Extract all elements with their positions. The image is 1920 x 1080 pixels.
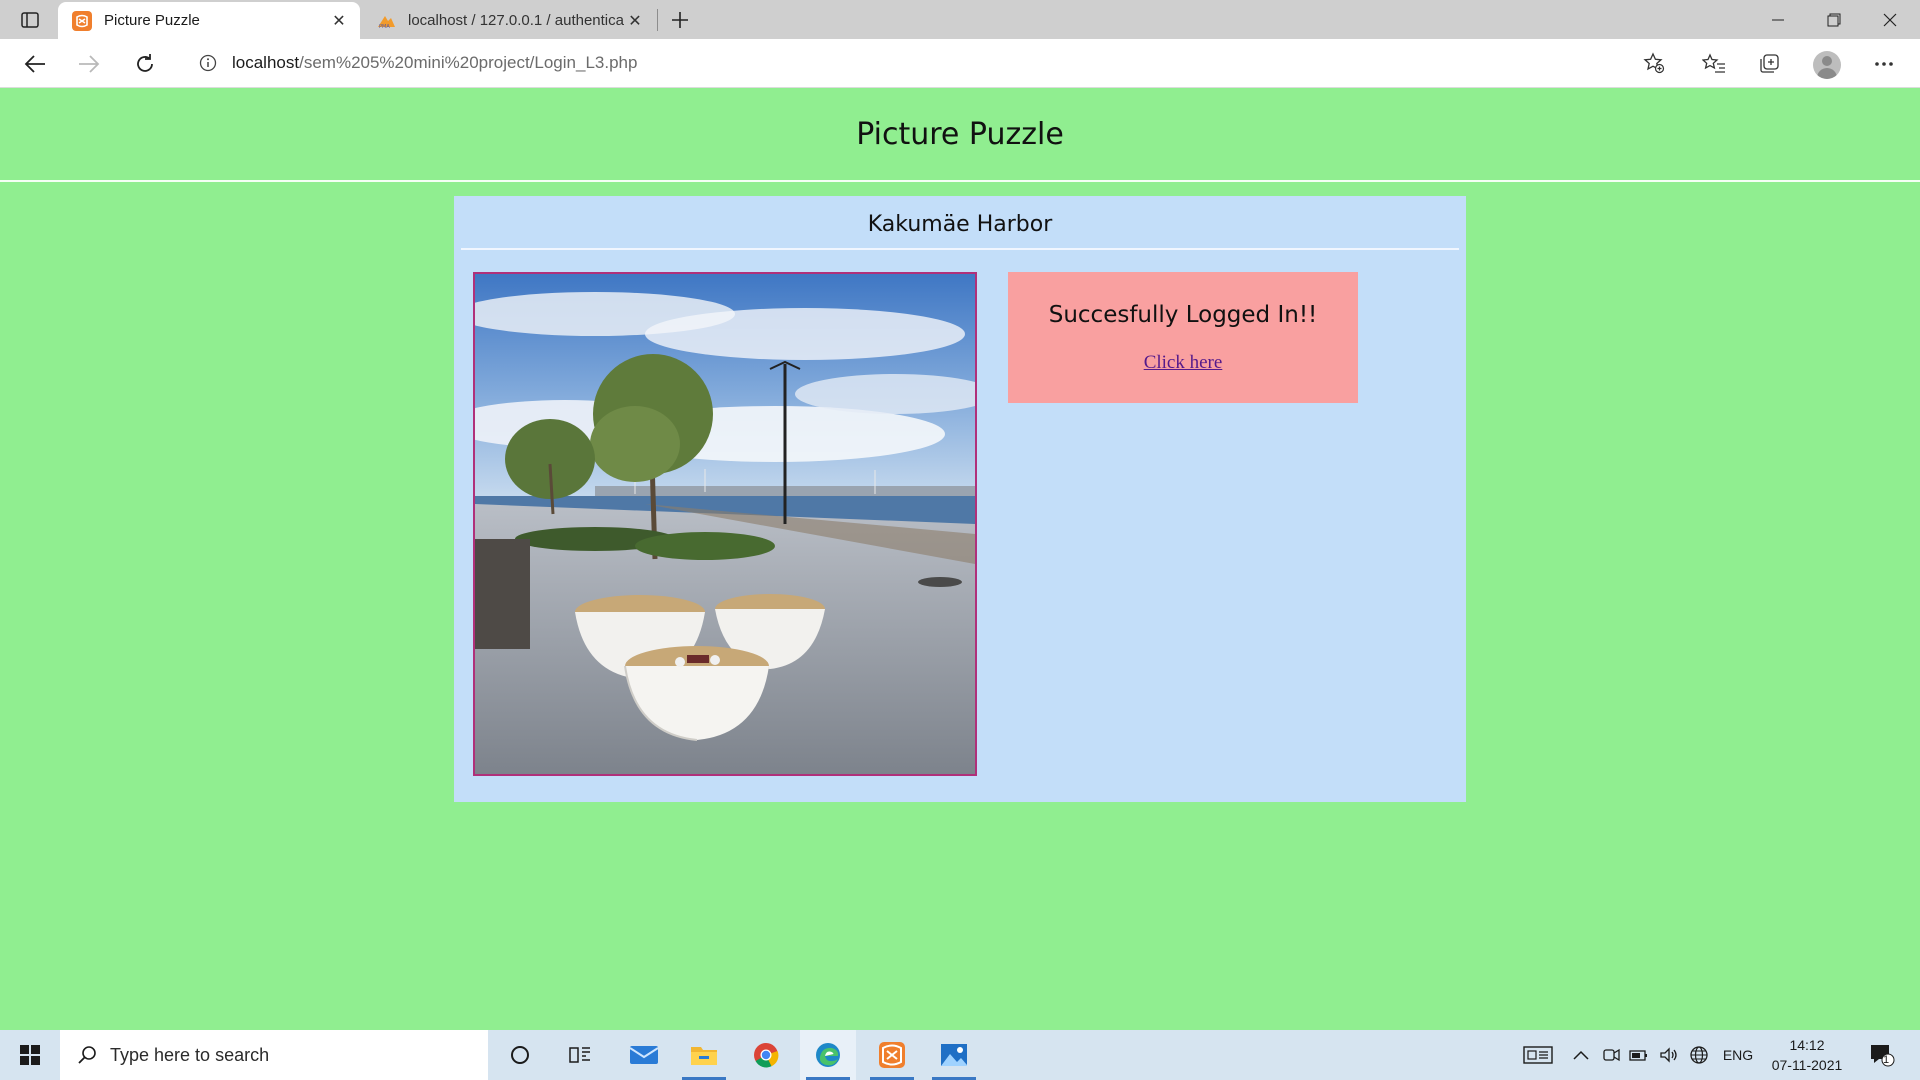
favorites-icon[interactable] [1697, 47, 1731, 81]
edge-icon[interactable] [800, 1030, 856, 1080]
mail-icon[interactable] [616, 1030, 672, 1080]
close-window-icon[interactable] [1862, 0, 1918, 39]
search-placeholder: Type here to search [110, 1044, 270, 1065]
clock-date: 07-11-2021 [1771, 1057, 1843, 1073]
close-tab-icon[interactable]: ✕ [624, 10, 646, 32]
photos-icon[interactable] [926, 1030, 982, 1080]
url-path: /sem%205%20mini%20project/Login_L3.php [299, 53, 638, 72]
forward-arrow-icon[interactable] [72, 47, 106, 81]
notification-count: 1 [1883, 1054, 1890, 1066]
card-divider [461, 248, 1459, 250]
collections-icon[interactable] [1752, 47, 1786, 81]
taskbar-search[interactable]: Type here to search [60, 1030, 488, 1080]
battery-icon[interactable] [1628, 1030, 1650, 1080]
new-tab-icon[interactable] [666, 6, 694, 34]
tab-picture-puzzle[interactable]: Picture Puzzle ✕ [58, 2, 360, 39]
minimize-icon[interactable] [1750, 0, 1806, 39]
meet-now-icon[interactable] [1600, 1030, 1622, 1080]
tab-phpmyadmin[interactable]: PMA localhost / 127.0.0.1 / authentica ✕ [362, 2, 656, 39]
xampp-icon[interactable] [864, 1030, 920, 1080]
notification-center-icon[interactable]: 1 [1862, 1030, 1902, 1080]
site-info-icon[interactable] [196, 51, 220, 75]
page-body: Picture Puzzle Kakumäe Harbor Succesfull… [0, 89, 1920, 1030]
tab-title: localhost / 127.0.0.1 / authentica [408, 12, 624, 29]
volume-icon[interactable] [1658, 1030, 1680, 1080]
phpmyadmin-icon: PMA [376, 11, 396, 31]
page-divider [0, 180, 1920, 182]
more-menu-icon[interactable] [1867, 47, 1901, 81]
url-host: localhost [232, 53, 300, 72]
tab-actions-icon[interactable] [18, 9, 42, 31]
puzzle-title: Kakumäe Harbor [867, 212, 1053, 237]
continue-link[interactable]: Click here [1008, 352, 1358, 374]
system-clock[interactable]: 14:12 07-11-2021 [1762, 1035, 1852, 1075]
chrome-icon[interactable] [738, 1030, 794, 1080]
browser-toolbar: localhost/sem%205%20mini%20project/Login… [0, 39, 1920, 88]
windows-taskbar: Type here to search ENG 14:12 07-11-2021… [0, 1030, 1920, 1080]
profile-avatar-icon[interactable] [1813, 51, 1841, 79]
close-tab-icon[interactable]: ✕ [328, 10, 350, 32]
xampp-icon [72, 10, 92, 31]
restore-icon[interactable] [1806, 0, 1862, 39]
clock-time: 14:12 [1789, 1037, 1825, 1053]
network-globe-icon[interactable] [1688, 1030, 1710, 1080]
login-message-box: Succesfully Logged In!! Click here [1008, 272, 1358, 403]
tab-separator [657, 9, 658, 31]
back-arrow-icon[interactable] [18, 47, 52, 81]
windows-start-icon[interactable] [0, 1030, 60, 1080]
login-success-message: Succesfully Logged In!! [1048, 302, 1318, 328]
chevron-up-icon[interactable] [1570, 1030, 1592, 1080]
tab-title: Picture Puzzle [104, 12, 200, 29]
svg-text:PMA: PMA [379, 24, 390, 29]
puzzle-card: Kakumäe Harbor Succesfully Logged In!! C… [454, 196, 1466, 802]
refresh-icon[interactable] [128, 47, 162, 81]
page-title: Picture Puzzle [856, 117, 1064, 152]
browser-tab-bar: Picture Puzzle ✕ PMA localhost / 127.0.0… [0, 0, 1920, 39]
search-icon [76, 1044, 98, 1066]
puzzle-image [473, 272, 977, 776]
task-view-icon[interactable] [552, 1030, 608, 1080]
add-favorite-icon[interactable] [1642, 51, 1666, 75]
news-widget-icon[interactable] [1520, 1030, 1556, 1080]
address-bar[interactable]: localhost/sem%205%20mini%20project/Login… [180, 45, 1680, 81]
input-language[interactable]: ENG [1718, 1030, 1758, 1080]
file-explorer-icon[interactable] [676, 1030, 732, 1080]
cortana-icon[interactable] [492, 1030, 548, 1080]
